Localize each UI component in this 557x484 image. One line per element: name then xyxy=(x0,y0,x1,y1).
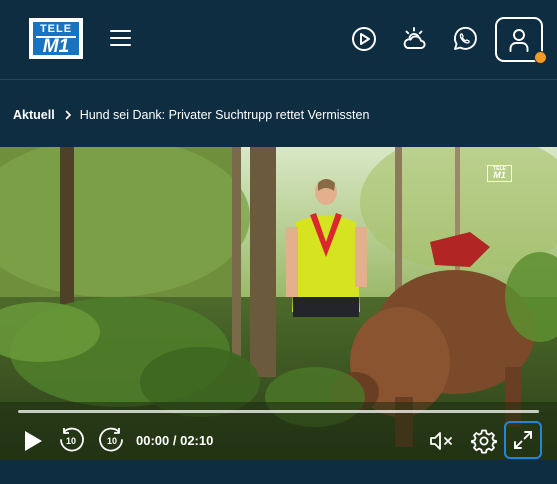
forward-10-icon: 10 xyxy=(99,427,123,452)
user-icon xyxy=(509,29,529,52)
whatsapp-icon[interactable] xyxy=(449,24,479,54)
logo-background: TELE M1 xyxy=(33,22,79,57)
video-watermark-logo: TELE M1 xyxy=(487,165,512,182)
logo-text-top: TELE xyxy=(39,23,73,35)
weather-icon[interactable] xyxy=(399,24,429,54)
rewind-10-icon: 10 xyxy=(60,427,84,452)
play-icon xyxy=(25,431,42,451)
notification-dot xyxy=(534,51,547,64)
video-frame xyxy=(0,147,557,460)
watermark-text-bottom: M1 xyxy=(493,170,506,180)
chevron-right-icon xyxy=(65,110,71,120)
fullscreen-button[interactable] xyxy=(504,421,542,459)
site-header: TELE M1 xyxy=(0,0,557,80)
fullscreen-icon xyxy=(514,431,532,449)
svg-text:10: 10 xyxy=(66,436,76,446)
page-bottom-band xyxy=(0,460,557,484)
skip-forward-button[interactable]: 10 xyxy=(98,426,126,454)
skip-back-button[interactable]: 10 xyxy=(57,426,85,454)
breadcrumb: Aktuell Hund sei Dank: Privater Suchtrup… xyxy=(13,107,369,123)
settings-button[interactable] xyxy=(470,428,498,454)
play-circle-icon[interactable] xyxy=(349,24,379,54)
mute-button[interactable] xyxy=(429,430,457,452)
logo-text-bottom: M1 xyxy=(42,36,70,57)
breadcrumb-current-title: Hund sei Dank: Privater Suchtrupp rettet… xyxy=(79,108,370,122)
svg-text:10: 10 xyxy=(107,436,117,446)
tele-m1-logo[interactable]: TELE M1 xyxy=(29,18,83,59)
menu-icon[interactable] xyxy=(110,28,132,48)
progress-bar[interactable] xyxy=(18,410,539,413)
gear-icon xyxy=(470,429,498,454)
volume-muted-icon xyxy=(430,432,452,450)
breadcrumb-home-link[interactable]: Aktuell xyxy=(13,108,55,122)
video-player[interactable]: TELE M1 xyxy=(0,147,557,460)
time-display: 00:00 / 02:10 xyxy=(136,433,214,448)
play-button[interactable] xyxy=(20,428,46,454)
